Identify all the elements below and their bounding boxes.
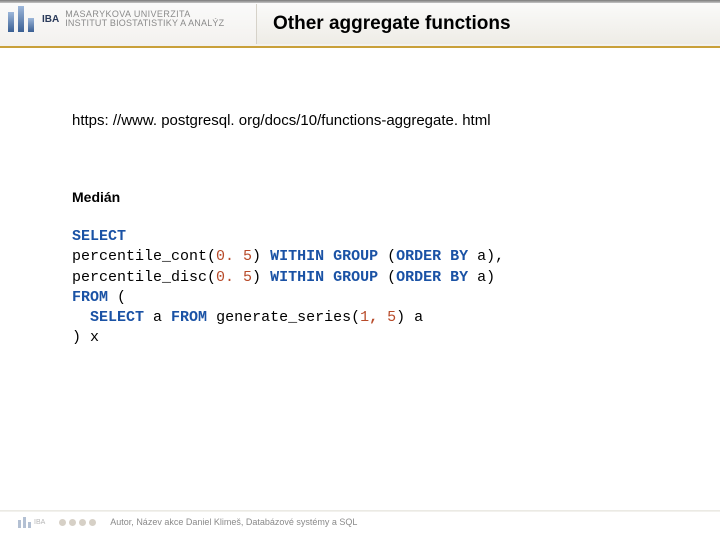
footer-logo-label: IBA — [34, 519, 45, 526]
institution-name: MASARYKOVA UNIVERZITA INSTITUT BIOSTATIS… — [65, 10, 224, 29]
reference-url: https: //www. postgresql. org/docs/10/fu… — [72, 112, 648, 129]
footer-bars-icon — [18, 517, 31, 528]
slide-header: IBA MASARYKOVA UNIVERZITA INSTITUT BIOST… — [0, 0, 720, 48]
slide-footer: IBA Autor, Název akce Daniel Klimeš, Dat… — [0, 512, 720, 532]
footer-logo: IBA — [18, 517, 45, 528]
title-band: Other aggregate functions — [256, 4, 720, 44]
logo-bars-icon — [8, 6, 34, 32]
footer-dots-icon — [59, 519, 96, 526]
code-block: SELECT percentile_cont(0. 5) WITHIN GROU… — [72, 227, 648, 349]
section-heading: Medián — [72, 189, 648, 205]
header-top-border — [0, 0, 720, 3]
logo-block: IBA MASARYKOVA UNIVERZITA INSTITUT BIOST… — [8, 6, 224, 32]
footer-text: Autor, Název akce Daniel Klimeš, Databáz… — [110, 517, 357, 527]
slide-body: https: //www. postgresql. org/docs/10/fu… — [0, 48, 720, 349]
slide-title: Other aggregate functions — [273, 13, 511, 35]
logo-label: IBA — [42, 14, 59, 25]
